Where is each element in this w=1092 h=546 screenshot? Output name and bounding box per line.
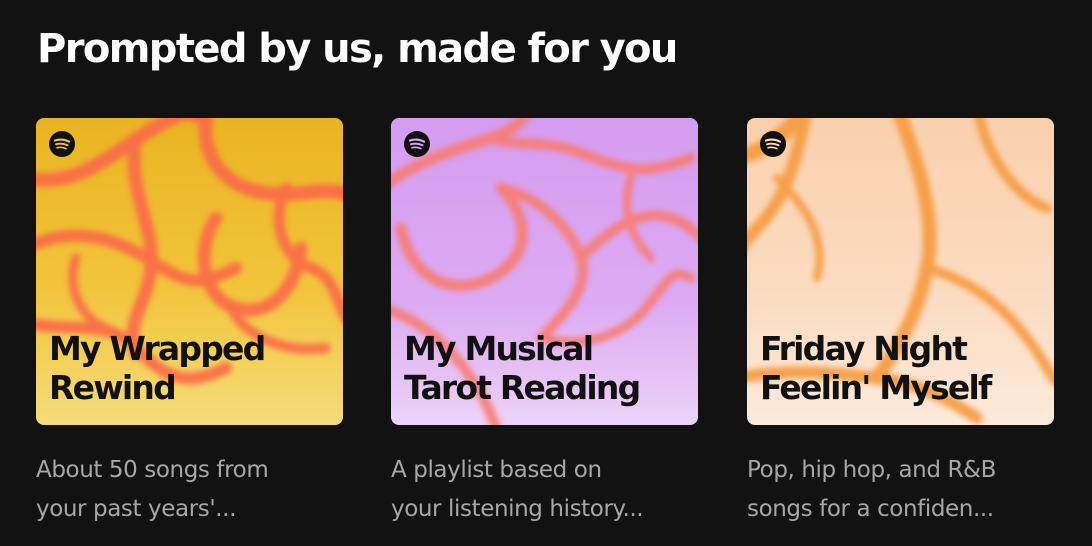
cover-title: Friday Night Feelin' Myself [760, 329, 1050, 407]
spotify-logo-icon [404, 131, 430, 157]
playlist-cover[interactable]: Friday Night Feelin' Myself [747, 118, 1054, 425]
spotify-logo-icon [49, 131, 75, 157]
description-line: your listening history... [391, 496, 644, 522]
playlist-cover[interactable]: My Musical Tarot Reading [391, 118, 698, 425]
playlist-card-friday-night-feelin-myself[interactable]: Friday Night Feelin' Myself Pop, hip hop… [747, 118, 1054, 529]
cover-title: My Musical Tarot Reading [404, 329, 694, 407]
playlist-card-my-musical-tarot-reading[interactable]: My Musical Tarot Reading A playlist base… [391, 118, 698, 529]
playlist-description: A playlist based on your listening histo… [391, 451, 711, 529]
playlist-cover[interactable]: My Wrapped Rewind [36, 118, 343, 425]
cover-title-line: My Musical [404, 329, 594, 368]
section-title: Prompted by us, made for you [37, 26, 678, 72]
description-line: Pop, hip hop, and R&B [747, 457, 996, 483]
cover-title-line: Tarot Reading [404, 368, 641, 407]
playlist-description: About 50 songs from your past years'... [36, 451, 356, 529]
description-line: A playlist based on [391, 457, 602, 483]
description-line: About 50 songs from [36, 457, 269, 483]
cover-title: My Wrapped Rewind [49, 329, 339, 407]
cover-title-line: Feelin' Myself [760, 368, 992, 407]
playlist-card-my-wrapped-rewind[interactable]: My Wrapped Rewind About 50 songs from yo… [36, 118, 343, 529]
playlist-description: Pop, hip hop, and R&B songs for a confid… [747, 451, 1067, 529]
cover-title-line: Friday Night [760, 329, 968, 368]
cover-title-line: Rewind [49, 368, 177, 407]
description-line: your past years'... [36, 496, 236, 522]
spotify-logo-icon [760, 131, 786, 157]
cover-title-line: My Wrapped [49, 329, 266, 368]
description-line: songs for a confiden... [747, 496, 994, 522]
